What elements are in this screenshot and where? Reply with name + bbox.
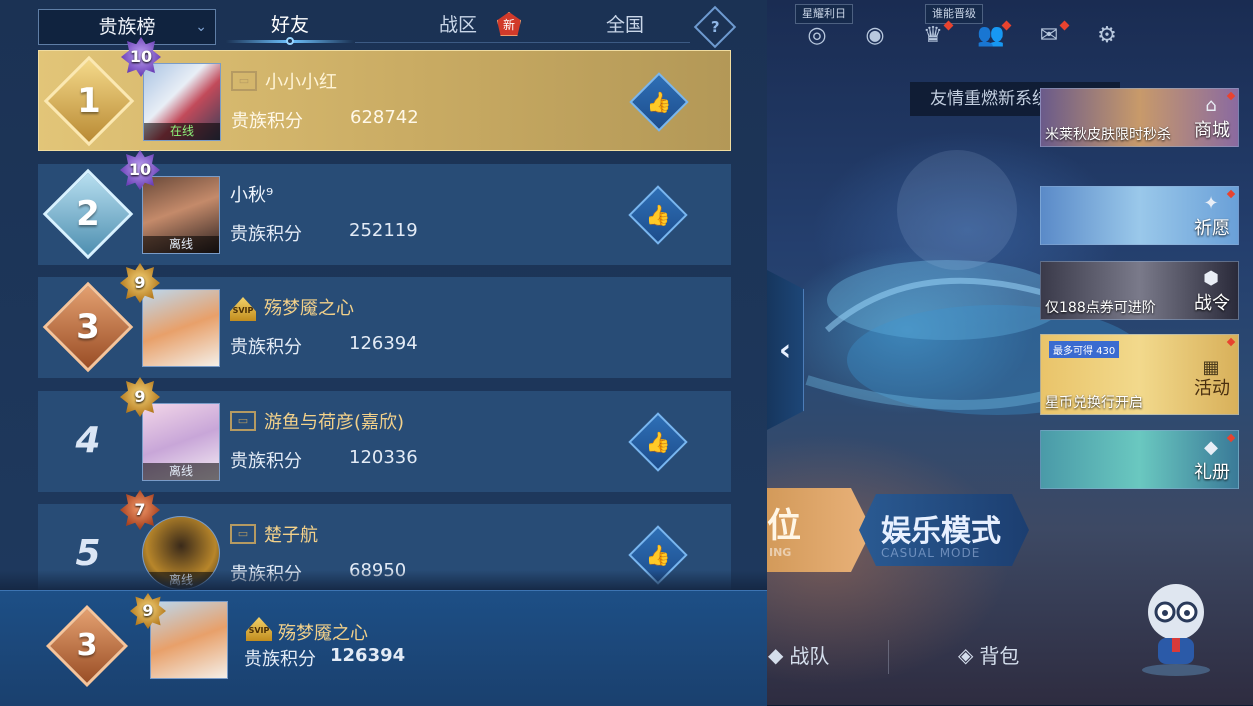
chevron-down-icon: ⌄ xyxy=(195,19,207,35)
friends-icon[interactable]: 👥 xyxy=(974,18,1012,52)
score-value: 120336 xyxy=(349,447,418,468)
my-rank-number: 3 xyxy=(76,628,98,663)
rank-number: 4 xyxy=(75,420,101,461)
side-card-action: 礼册 xyxy=(1194,462,1230,483)
mail-icon[interactable]: ✉ xyxy=(1032,18,1070,52)
casual-mode-sub: CASUAL MODE xyxy=(881,546,981,560)
target-icon[interactable]: ◎ xyxy=(800,18,834,52)
side-card-action: 祈愿 xyxy=(1194,218,1230,239)
collapse-panel-button[interactable]: ‹ xyxy=(767,270,804,430)
offline-status: 离线 xyxy=(143,463,219,480)
casual-mode-button[interactable]: 娱乐模式 CASUAL MODE xyxy=(859,494,1029,566)
side-card-action: 战令 xyxy=(1194,293,1230,314)
eye-icon[interactable]: ◉ xyxy=(858,18,892,52)
score-label: 贵族积分 xyxy=(231,111,303,132)
vip-level: 10 xyxy=(128,160,152,179)
nav-divider xyxy=(888,640,889,674)
top-toolbar: ◎ ◉ ♛ 👥 ✉ ⚙ xyxy=(800,18,1124,52)
thumbs-up-icon: 👍 xyxy=(645,203,671,227)
score-label: 贵族积分 xyxy=(230,224,302,245)
trophy-icon[interactable]: ♛ xyxy=(916,18,954,52)
score-label: 贵族积分 xyxy=(230,337,302,358)
list-fade xyxy=(0,570,767,590)
ranked-mode-sub: ING xyxy=(769,546,792,559)
chevron-left-icon: ‹ xyxy=(778,332,792,368)
svip-icon: SVIP xyxy=(230,297,256,321)
player-name: 楚子航 xyxy=(264,525,318,546)
vip-level: 9 xyxy=(134,387,146,406)
side-card-caption: 仅188点券可进阶 xyxy=(1045,300,1156,316)
score-label: 贵族积分 xyxy=(230,451,302,472)
rank-number: 3 xyxy=(76,307,100,347)
vip-level: 7 xyxy=(134,500,146,519)
my-score-value: 126394 xyxy=(330,645,406,666)
noble-frame-icon: ▭ xyxy=(230,524,256,544)
ranked-mode-label: 位 xyxy=(767,506,801,546)
leaderboard-row[interactable]: 1 在线 10 ▭ 小小小红 贵族积分 628742 👍 xyxy=(38,37,731,151)
mascot-icon[interactable] xyxy=(1136,578,1216,678)
rank-number: 2 xyxy=(76,194,100,234)
side-card-battlepass[interactable]: ⬢ 仅188点券可进阶 战令 xyxy=(1040,261,1239,320)
nav-bag-label: 背包 xyxy=(979,644,1020,668)
wish-icon: ✦ xyxy=(1203,193,1219,214)
vip-level: 9 xyxy=(134,273,146,292)
gear-icon[interactable]: ⚙ xyxy=(1090,18,1124,52)
my-score-label: 贵族积分 xyxy=(244,649,316,670)
casual-mode-title: 娱乐模式 xyxy=(881,514,1001,549)
nav-team[interactable]: ◆ 战队 xyxy=(768,640,829,669)
ranked-mode-button[interactable]: 位 ING xyxy=(767,488,872,572)
gift-book-icon: ◆ xyxy=(1204,437,1218,458)
side-card-caption: 米莱秋皮肤限时秒杀 xyxy=(1045,127,1171,143)
tab-divider xyxy=(355,42,690,43)
leaderboard-row[interactable]: 2 离线 10 小秋⁹ 贵族积分 252119 👍 xyxy=(38,150,731,265)
side-card-action: 商城 xyxy=(1194,120,1230,141)
help-glyph: ? xyxy=(710,17,720,36)
offline-status: 离线 xyxy=(143,236,219,253)
side-card-top-label: 最多可得 430 xyxy=(1049,341,1120,358)
noble-frame-icon: ▭ xyxy=(230,411,256,431)
player-name: 游鱼与荷彦(嘉欣) xyxy=(264,412,405,433)
player-name: 小小小红 xyxy=(265,72,337,93)
team-icon: ◆ xyxy=(768,642,784,667)
thumbs-up-icon: 👍 xyxy=(645,430,671,454)
vip-level: 9 xyxy=(142,601,154,620)
tab-friends[interactable]: 好友 xyxy=(226,10,354,40)
nav-team-label: 战队 xyxy=(789,644,830,668)
new-badge: 新 xyxy=(497,12,521,36)
score-value: 126394 xyxy=(349,333,418,354)
tab-bar: 贵族榜 ⌄ 好友 战区 新 全国 ? xyxy=(0,0,767,50)
side-card-wish[interactable]: ✦ 祈愿 xyxy=(1040,186,1239,245)
side-card-caption: 星币兑换行开启 xyxy=(1045,395,1143,411)
mode-buttons: 位 ING 娱乐模式 CASUAL MODE xyxy=(767,488,1032,572)
player-name: 殇梦魇之心 xyxy=(264,298,354,319)
tab-national[interactable]: 全国 xyxy=(585,10,665,40)
dropdown-label: 贵族榜 xyxy=(98,16,156,38)
active-tab-dot xyxy=(286,37,294,45)
side-card-action: 活动 xyxy=(1194,378,1230,399)
help-icon[interactable]: ? xyxy=(693,5,737,49)
player-name: 小秋⁹ xyxy=(230,185,274,206)
tab-zone[interactable]: 战区 xyxy=(418,10,498,40)
shop-icon: ⌂ xyxy=(1205,95,1217,116)
svip-icon: SVIP xyxy=(246,617,272,641)
leaderboard-row[interactable]: 4 离线 9 ▭ 游鱼与荷彦(嘉欣) 贵族积分 120336 👍 xyxy=(38,377,731,492)
side-card-gift[interactable]: ◆ 礼册 xyxy=(1040,430,1239,489)
leaderboard-row[interactable]: 3 9 SVIP 殇梦魇之心 贵族积分 126394 xyxy=(38,263,731,378)
leaderboard-panel: 贵族榜 ⌄ 好友 战区 新 全国 ? 1 在线 10 ▭ 小小小红 贵族积分 6… xyxy=(0,0,767,706)
side-card-shop[interactable]: ⌂ 米莱秋皮肤限时秒杀 商城 xyxy=(1040,88,1239,147)
score-value: 628742 xyxy=(350,107,419,128)
rank-number: 1 xyxy=(77,81,101,121)
noble-frame-icon: ▭ xyxy=(231,71,257,91)
my-player-name: 殇梦魇之心 xyxy=(278,623,368,644)
thumbs-up-icon: 👍 xyxy=(646,90,672,114)
my-rank-bar: 3 9 SVIP 殇梦魇之心 贵族积分 126394 xyxy=(0,590,767,706)
battlepass-icon: ⬢ xyxy=(1203,268,1219,289)
bag-icon: ◈ xyxy=(958,642,974,667)
nav-bag[interactable]: ◈ 背包 xyxy=(958,640,1019,669)
vip-level: 10 xyxy=(129,47,153,66)
side-card-event[interactable]: 最多可得 430 ▦ 星币兑换行开启 活动 xyxy=(1040,334,1239,415)
online-status: 在线 xyxy=(144,123,220,140)
score-value: 252119 xyxy=(349,220,418,241)
